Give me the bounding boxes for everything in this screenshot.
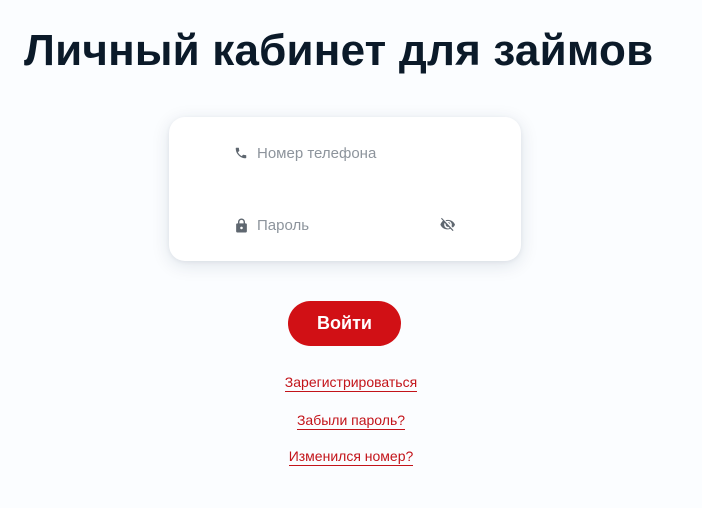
login-button[interactable]: Войти	[288, 301, 401, 346]
number-changed-link[interactable]: Изменился номер?	[288, 448, 414, 466]
phone-field	[233, 141, 459, 165]
lock-icon	[233, 217, 249, 233]
register-link-row: Зарегистрироваться	[0, 373, 702, 392]
page-title: Личный кабинет для займов	[24, 26, 654, 75]
phone-input[interactable]	[257, 142, 459, 164]
password-input[interactable]	[257, 214, 459, 236]
password-field	[233, 213, 459, 237]
number-changed-link-row: Изменился номер?	[0, 447, 702, 466]
phone-icon	[233, 145, 249, 161]
register-link[interactable]: Зарегистрироваться	[284, 374, 418, 392]
login-card	[169, 117, 521, 261]
forgot-password-link[interactable]: Забыли пароль?	[296, 412, 406, 430]
eye-off-icon[interactable]	[439, 215, 457, 233]
forgot-password-link-row: Забыли пароль?	[0, 411, 702, 430]
